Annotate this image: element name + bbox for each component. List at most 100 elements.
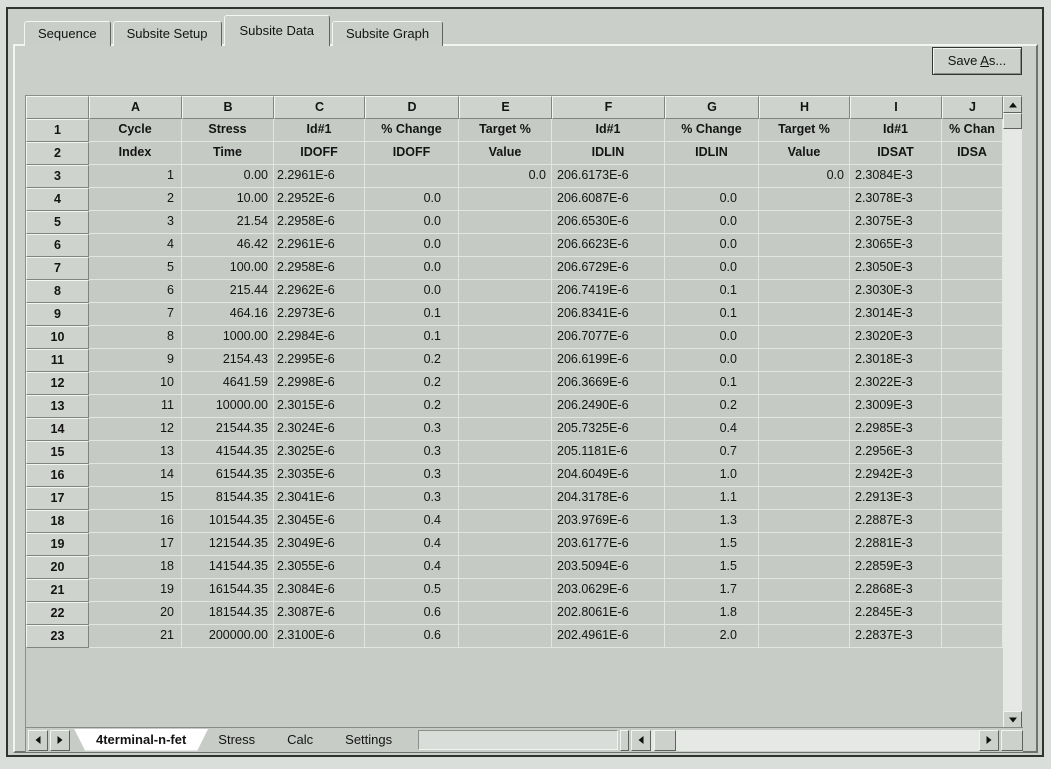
data-cell[interactable] bbox=[459, 602, 552, 625]
row-header-9[interactable]: 9 bbox=[26, 303, 89, 326]
sheet-tab-stress[interactable]: Stress bbox=[196, 729, 277, 751]
data-cell[interactable]: 205.1181E-6 bbox=[552, 441, 665, 464]
data-cell[interactable] bbox=[759, 487, 850, 510]
data-cell[interactable]: 0.0 bbox=[365, 188, 459, 211]
tab-subsite-data[interactable]: Subsite Data bbox=[224, 15, 330, 46]
data-cell[interactable]: 2.2942E-3 bbox=[850, 464, 942, 487]
data-cell[interactable]: 2.3035E-6 bbox=[274, 464, 365, 487]
tab-sequence[interactable]: Sequence bbox=[24, 21, 111, 46]
data-cell[interactable]: 0.1 bbox=[665, 280, 759, 303]
data-cell[interactable]: 2.2962E-6 bbox=[274, 280, 365, 303]
header-cell[interactable]: Value bbox=[759, 142, 850, 165]
row-header-7[interactable]: 7 bbox=[26, 257, 89, 280]
header-cell[interactable]: Cycle bbox=[89, 119, 182, 142]
data-cell[interactable]: 2.3050E-3 bbox=[850, 257, 942, 280]
data-cell[interactable] bbox=[942, 625, 1003, 648]
data-cell[interactable]: 0.7 bbox=[665, 441, 759, 464]
header-cell[interactable]: Id#1 bbox=[274, 119, 365, 142]
data-cell[interactable] bbox=[459, 510, 552, 533]
data-cell[interactable]: 2.2868E-3 bbox=[850, 579, 942, 602]
data-cell[interactable]: 0.0 bbox=[759, 165, 850, 188]
column-header-D[interactable]: D bbox=[365, 96, 459, 119]
data-cell[interactable]: 2.2913E-3 bbox=[850, 487, 942, 510]
data-cell[interactable]: 2.3075E-3 bbox=[850, 211, 942, 234]
header-cell[interactable]: IDLIN bbox=[665, 142, 759, 165]
data-cell[interactable]: 2.2958E-6 bbox=[274, 211, 365, 234]
data-cell[interactable]: 0.4 bbox=[365, 510, 459, 533]
data-cell[interactable] bbox=[942, 487, 1003, 510]
row-header-10[interactable]: 10 bbox=[26, 326, 89, 349]
data-cell[interactable]: 0.4 bbox=[365, 556, 459, 579]
data-cell[interactable] bbox=[942, 165, 1003, 188]
data-cell[interactable]: 2.2958E-6 bbox=[274, 257, 365, 280]
data-cell[interactable]: 1.3 bbox=[665, 510, 759, 533]
data-cell[interactable]: 206.2490E-6 bbox=[552, 395, 665, 418]
data-cell[interactable]: 2.3009E-3 bbox=[850, 395, 942, 418]
data-cell[interactable] bbox=[759, 510, 850, 533]
data-cell[interactable] bbox=[459, 464, 552, 487]
data-cell[interactable] bbox=[459, 211, 552, 234]
column-header-C[interactable]: C bbox=[274, 96, 365, 119]
data-cell[interactable] bbox=[942, 602, 1003, 625]
data-cell[interactable] bbox=[459, 326, 552, 349]
data-cell[interactable]: 0.0 bbox=[665, 257, 759, 280]
data-cell[interactable] bbox=[459, 372, 552, 395]
data-cell[interactable] bbox=[459, 257, 552, 280]
data-cell[interactable]: 4641.59 bbox=[182, 372, 274, 395]
data-cell[interactable]: 2.3065E-3 bbox=[850, 234, 942, 257]
data-cell[interactable]: 2.3014E-3 bbox=[850, 303, 942, 326]
data-cell[interactable] bbox=[942, 510, 1003, 533]
tab-subsite-setup[interactable]: Subsite Setup bbox=[113, 21, 222, 46]
data-cell[interactable]: 41544.35 bbox=[182, 441, 274, 464]
data-cell[interactable]: 10.00 bbox=[182, 188, 274, 211]
data-cell[interactable] bbox=[759, 211, 850, 234]
vertical-scroll-thumb[interactable] bbox=[1003, 113, 1022, 129]
data-cell[interactable]: 0.1 bbox=[365, 326, 459, 349]
sheet-tab-4terminal-n-fet[interactable]: 4terminal-n-fet bbox=[74, 729, 208, 751]
header-cell[interactable]: Time bbox=[182, 142, 274, 165]
data-cell[interactable]: 2.3100E-6 bbox=[274, 625, 365, 648]
data-cell[interactable]: 2.3084E-3 bbox=[850, 165, 942, 188]
header-cell[interactable]: Stress bbox=[182, 119, 274, 142]
data-cell[interactable]: 204.6049E-6 bbox=[552, 464, 665, 487]
data-cell[interactable] bbox=[459, 418, 552, 441]
data-cell[interactable] bbox=[459, 280, 552, 303]
data-cell[interactable] bbox=[459, 625, 552, 648]
data-cell[interactable]: 0.0 bbox=[665, 326, 759, 349]
row-header-19[interactable]: 19 bbox=[26, 533, 89, 556]
data-cell[interactable]: 14 bbox=[89, 464, 182, 487]
data-cell[interactable]: 0.00 bbox=[182, 165, 274, 188]
data-cell[interactable] bbox=[942, 234, 1003, 257]
data-cell[interactable]: 206.6199E-6 bbox=[552, 349, 665, 372]
row-header-16[interactable]: 16 bbox=[26, 464, 89, 487]
data-cell[interactable] bbox=[942, 556, 1003, 579]
data-cell[interactable]: 10000.00 bbox=[182, 395, 274, 418]
data-cell[interactable] bbox=[759, 188, 850, 211]
horizontal-scroll-thumb[interactable] bbox=[654, 730, 676, 751]
data-cell[interactable]: 20 bbox=[89, 602, 182, 625]
data-cell[interactable]: 1.0 bbox=[665, 464, 759, 487]
header-cell[interactable]: % Change bbox=[665, 119, 759, 142]
data-cell[interactable] bbox=[759, 441, 850, 464]
data-cell[interactable] bbox=[459, 395, 552, 418]
data-cell[interactable]: 0.0 bbox=[665, 188, 759, 211]
data-cell[interactable] bbox=[942, 464, 1003, 487]
header-cell[interactable]: % Change bbox=[365, 119, 459, 142]
row-header-23[interactable]: 23 bbox=[26, 625, 89, 648]
data-cell[interactable]: 21544.35 bbox=[182, 418, 274, 441]
header-cell[interactable]: Target % bbox=[459, 119, 552, 142]
data-cell[interactable] bbox=[459, 533, 552, 556]
data-cell[interactable]: 2.2961E-6 bbox=[274, 234, 365, 257]
row-header-2[interactable]: 2 bbox=[26, 142, 89, 165]
row-header-18[interactable]: 18 bbox=[26, 510, 89, 533]
data-cell[interactable] bbox=[942, 349, 1003, 372]
data-cell[interactable]: 6 bbox=[89, 280, 182, 303]
data-cell[interactable] bbox=[942, 533, 1003, 556]
data-cell[interactable] bbox=[759, 625, 850, 648]
data-cell[interactable] bbox=[665, 165, 759, 188]
sheet-tab-calc[interactable]: Calc bbox=[265, 729, 335, 751]
data-cell[interactable] bbox=[459, 234, 552, 257]
data-cell[interactable]: 206.6530E-6 bbox=[552, 211, 665, 234]
data-cell[interactable]: 9 bbox=[89, 349, 182, 372]
data-cell[interactable] bbox=[759, 303, 850, 326]
